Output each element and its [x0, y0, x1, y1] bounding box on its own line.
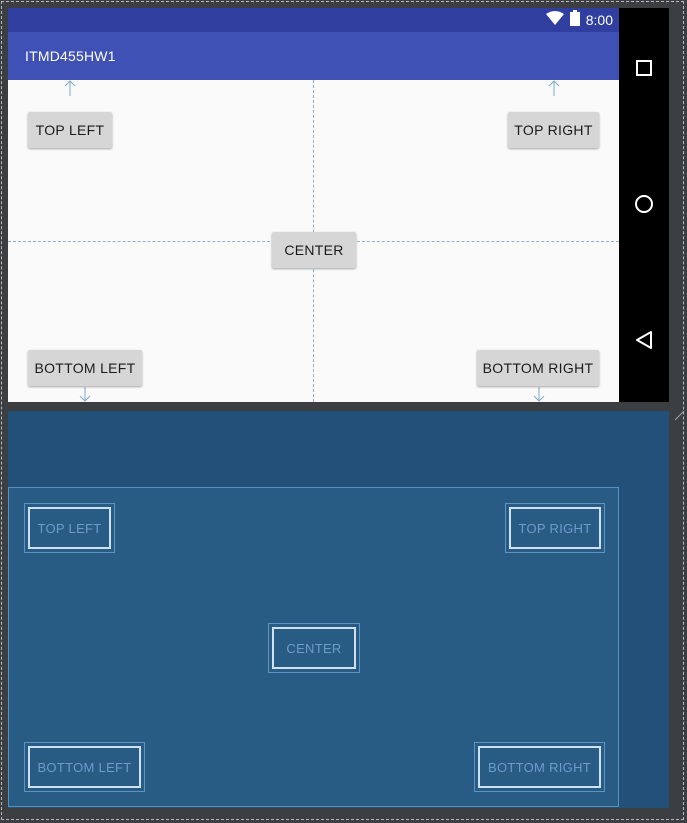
blueprint-top-right-button[interactable]: TOP RIGHT: [505, 503, 605, 553]
blueprint-bottom-left-button[interactable]: BOTTOM LEFT: [24, 742, 145, 792]
arrow-up-icon: [64, 80, 76, 96]
resize-handle-icon[interactable]: [673, 409, 685, 421]
arrow-up-icon: [548, 80, 560, 96]
home-icon[interactable]: [632, 192, 656, 216]
app-bar: ITMD455HW1: [8, 32, 619, 80]
panel-divider: [8, 402, 669, 411]
bottom-right-button[interactable]: BOTTOM RIGHT: [477, 350, 599, 386]
top-right-button[interactable]: TOP RIGHT: [508, 112, 599, 148]
bottom-left-button[interactable]: BOTTOM LEFT: [28, 350, 142, 386]
wifi-icon: [545, 10, 564, 30]
status-bar: 8:00: [8, 8, 619, 32]
arrow-down-icon: [533, 387, 545, 402]
blueprint-center-button[interactable]: CENTER: [268, 623, 360, 673]
blueprint-top-left-label: TOP LEFT: [28, 507, 111, 549]
content-area: TOP LEFT TOP RIGHT CENTER BOTTOM LEFT BO…: [8, 80, 619, 402]
blueprint-top-right-label: TOP RIGHT: [509, 507, 601, 549]
app-title: ITMD455HW1: [25, 48, 116, 64]
blueprint-bottom-right-label: BOTTOM RIGHT: [478, 746, 601, 788]
blueprint-bottom-left-label: BOTTOM LEFT: [28, 746, 141, 788]
device-preview: 8:00 ITMD455HW1 TOP LEFT TOP RIGHT CENTE…: [8, 8, 669, 402]
recents-icon[interactable]: [632, 56, 656, 80]
blueprint-bottom-right-button[interactable]: BOTTOM RIGHT: [474, 742, 605, 792]
status-time: 8:00: [585, 12, 613, 28]
battery-icon: [569, 9, 580, 31]
blueprint-content: TOP LEFT TOP RIGHT CENTER BOTTOM LEFT BO…: [8, 487, 619, 807]
top-left-button[interactable]: TOP LEFT: [28, 112, 112, 148]
blueprint-top-left-button[interactable]: TOP LEFT: [24, 503, 115, 553]
back-icon[interactable]: [632, 328, 656, 352]
center-button[interactable]: CENTER: [272, 232, 356, 268]
blueprint-center-label: CENTER: [272, 627, 356, 669]
blueprint-view: TOP LEFT TOP RIGHT CENTER BOTTOM LEFT BO…: [8, 411, 669, 808]
arrow-down-icon: [79, 387, 91, 402]
navigation-bar: [619, 8, 669, 402]
